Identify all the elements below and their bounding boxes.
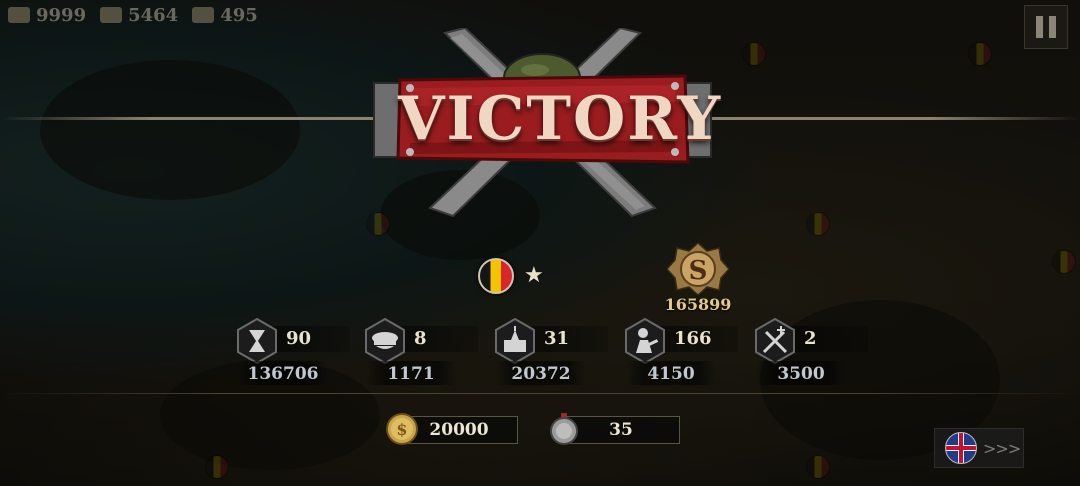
stat-top-value: 2 (804, 328, 817, 349)
stat-bottom-value: 20372 (511, 364, 571, 384)
silver-medal-icon (550, 413, 578, 445)
stat-top-value: 90 (286, 328, 312, 349)
currency-value: 35 (609, 420, 633, 440)
industry-icon (100, 7, 123, 23)
pause-icon (1036, 16, 1043, 38)
pause-button[interactable] (1024, 5, 1068, 49)
resource-medal: 495 (192, 5, 258, 26)
gold-coin-icon: $ (386, 413, 418, 445)
stat-top-value: 166 (674, 328, 712, 349)
officer-cap-icon (365, 318, 405, 364)
divider-bottom (0, 393, 1080, 394)
reward-value: 165899 (664, 295, 732, 314)
medal-icon (192, 7, 215, 23)
forward-arrows-icon: >>> (983, 438, 1021, 458)
faction-info: ★ (478, 258, 544, 294)
currency-value: 20000 (429, 420, 489, 440)
gold-icon (8, 7, 30, 23)
city-icon (495, 318, 535, 364)
stat-bottom-value: 1171 (387, 364, 435, 384)
stat-bottom-value: 4150 (647, 364, 695, 384)
resource-industry: 5464 (100, 5, 178, 26)
belgium-flag-icon (478, 258, 514, 294)
svg-text:$: $ (396, 420, 407, 439)
currency-medals: 35 (548, 413, 680, 445)
resource-value: 5464 (128, 4, 179, 26)
resource-value: 495 (220, 4, 258, 26)
victory-title: VICTORY (398, 84, 723, 154)
stat-top-value: 8 (414, 328, 427, 349)
divider-left (0, 117, 380, 120)
sovereign-emblem-icon: S (665, 241, 731, 297)
stat-bottom-value: 3500 (777, 364, 825, 384)
soldier-icon (625, 318, 665, 364)
uk-flag-icon (945, 432, 977, 464)
rank-star-icon: ★ (524, 263, 544, 288)
resource-gold: 9999 (8, 5, 86, 26)
reward-block: S 165899 (660, 241, 736, 314)
svg-text:S: S (689, 256, 708, 286)
crossed-rifles-icon (755, 318, 795, 364)
continue-button[interactable]: >>> (934, 428, 1024, 468)
resource-value: 9999 (36, 4, 87, 26)
divider-right (705, 117, 1080, 120)
stat-top-value: 31 (544, 328, 570, 349)
stat-bottom-value: 136706 (247, 364, 319, 384)
resource-bar: 9999 5464 495 (0, 0, 308, 30)
currency-gold: $ 20000 (386, 413, 518, 445)
hourglass-icon (237, 318, 277, 364)
